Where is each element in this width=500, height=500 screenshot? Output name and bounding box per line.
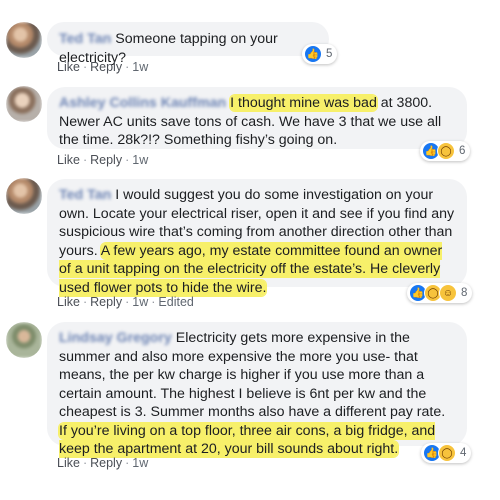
like-reaction-icon: 👍 bbox=[304, 45, 322, 63]
comment-author[interactable]: Ashley Collins Kauffman bbox=[59, 95, 226, 111]
avatar[interactable] bbox=[6, 22, 42, 58]
avatar[interactable] bbox=[6, 322, 42, 358]
reaction-summary[interactable]: 👍 5 bbox=[302, 44, 338, 64]
reply-link[interactable]: Reply bbox=[90, 295, 122, 309]
comment-actions: Like · Reply · 1w bbox=[57, 60, 149, 74]
reaction-count: 5 bbox=[326, 48, 333, 60]
timestamp[interactable]: 1w bbox=[132, 60, 148, 74]
reaction-count: 8 bbox=[461, 287, 468, 299]
reaction-summary[interactable]: 👍 ◯ 6 bbox=[420, 141, 471, 161]
comment-bubble: Lindsay Gregory Electricity gets more exp… bbox=[47, 322, 467, 457]
highlighted-text: A few years ago, my estate committee fou… bbox=[59, 242, 443, 296]
highlighted-text: If you’re living on a top floor, three a… bbox=[59, 422, 436, 457]
like-link[interactable]: Like bbox=[57, 60, 80, 74]
reply-link[interactable]: Reply bbox=[90, 456, 122, 470]
avatar[interactable] bbox=[6, 178, 42, 214]
comment-actions: Like · Reply · 1w bbox=[57, 456, 149, 470]
reaction-count: 4 bbox=[460, 447, 467, 459]
comment-bubble: Ted Tan I would suggest you do some inves… bbox=[47, 179, 467, 296]
like-link[interactable]: Like bbox=[57, 153, 80, 167]
timestamp[interactable]: 1w bbox=[132, 456, 148, 470]
comment-author[interactable]: Ted Tan bbox=[59, 187, 111, 203]
wow-reaction-icon: ◯ bbox=[437, 142, 455, 160]
haha-reaction-icon: ☺ bbox=[439, 284, 457, 302]
comment-bubble: Ashley Collins Kauffman I thought mine wa… bbox=[47, 87, 467, 149]
comment-actions: Like · Reply · 1w · Edited bbox=[57, 295, 194, 309]
highlighted-text: I thought mine was bad bbox=[230, 95, 377, 111]
comment-actions: Like · Reply · 1w bbox=[57, 153, 149, 167]
timestamp[interactable]: 1w bbox=[132, 295, 148, 309]
avatar[interactable] bbox=[6, 86, 42, 122]
reaction-summary[interactable]: 👍 ◯ ☺ 8 bbox=[407, 283, 473, 303]
timestamp[interactable]: 1w bbox=[132, 153, 148, 167]
comment-author[interactable]: Lindsay Gregory bbox=[59, 330, 172, 346]
edited-label[interactable]: Edited bbox=[158, 295, 193, 309]
comment-author[interactable]: Ted Tan bbox=[59, 31, 111, 47]
comment-bubble: Ted Tan Someone tapping on your electrici… bbox=[47, 22, 329, 66]
like-link[interactable]: Like bbox=[57, 295, 80, 309]
reaction-summary[interactable]: 👍 ◯ 4 bbox=[421, 443, 472, 463]
reply-link[interactable]: Reply bbox=[90, 60, 122, 74]
like-link[interactable]: Like bbox=[57, 456, 80, 470]
reply-link[interactable]: Reply bbox=[90, 153, 122, 167]
reaction-count: 6 bbox=[459, 145, 466, 157]
wow-reaction-icon: ◯ bbox=[438, 444, 456, 462]
